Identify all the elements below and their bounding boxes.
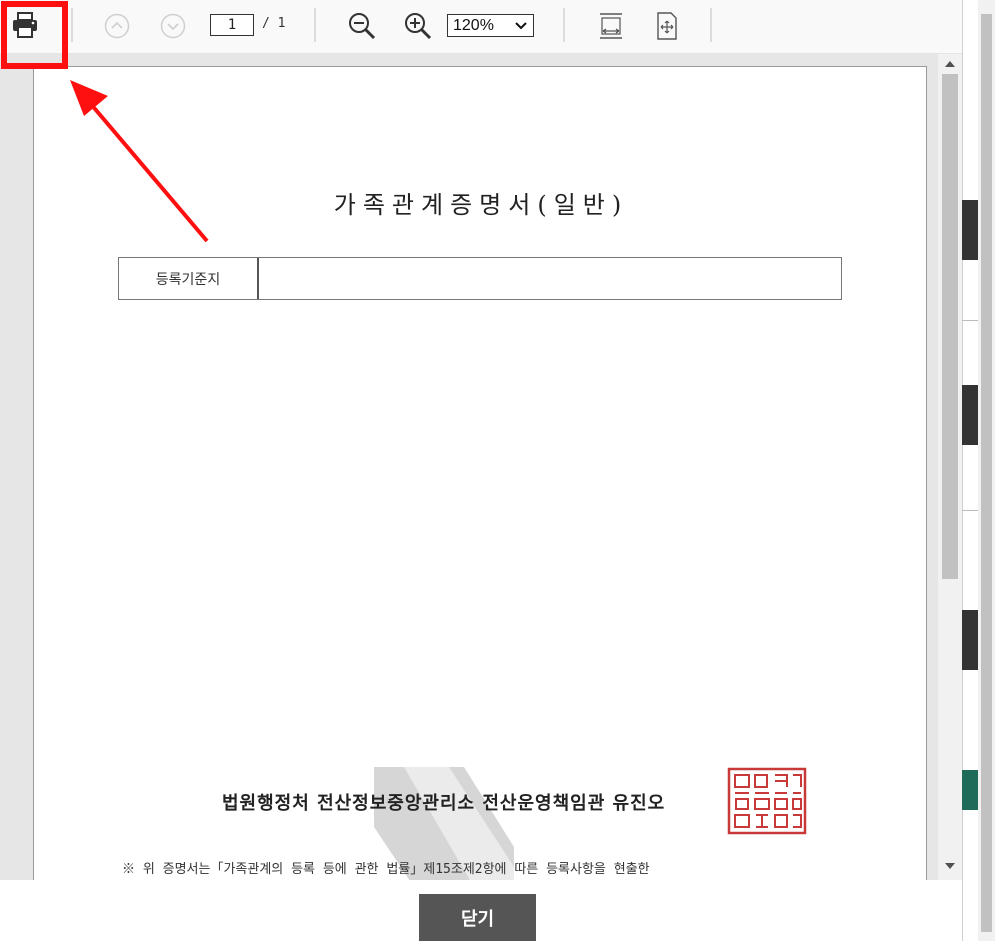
registry-table: 등록기준지 — [118, 257, 842, 300]
zoom-out-button[interactable] — [346, 10, 378, 42]
scrollbar-thumb[interactable] — [942, 74, 958, 579]
chevron-down-icon — [515, 22, 527, 30]
official-seal-icon — [727, 767, 807, 835]
zoom-select[interactable]: 120% — [447, 14, 534, 37]
zoom-in-button[interactable] — [402, 10, 434, 42]
dialog-footer: 닫기 — [0, 880, 962, 941]
signer-name: 법원행정처 전산정보중앙관리소 전산운영책임관 유진오 — [222, 793, 666, 814]
page-total: / 1 — [262, 16, 286, 31]
outer-scrollbar[interactable] — [978, 0, 995, 941]
registry-value — [259, 258, 841, 299]
close-button[interactable]: 닫기 — [419, 894, 536, 941]
fit-page-icon — [657, 12, 677, 40]
fit-width-button[interactable] — [596, 10, 626, 42]
legal-notice: ※ 위 증명서는「가족관계의 등록 등에 관한 법률」제15조제2항에 따른 등… — [122, 862, 650, 877]
scroll-down-icon[interactable] — [945, 862, 955, 870]
scroll-up-icon[interactable] — [945, 60, 955, 68]
registry-label: 등록기준지 — [119, 258, 259, 299]
annotation-arrow-icon — [70, 80, 209, 243]
zoom-value: 120% — [453, 16, 494, 34]
report-viewer-window: 1 / 1 120% 가족관계증명서(일반) 등록기준지 법원행정처 전산정보중… — [0, 0, 1008, 941]
background-page-strip — [962, 0, 1008, 941]
zoom-out-icon — [349, 13, 376, 40]
vertical-scrollbar[interactable] — [938, 54, 962, 880]
zoom-in-icon — [405, 13, 432, 40]
fit-width-icon — [600, 13, 622, 39]
outer-scrollbar-thumb[interactable] — [981, 14, 992, 932]
fit-page-button[interactable] — [652, 10, 682, 42]
